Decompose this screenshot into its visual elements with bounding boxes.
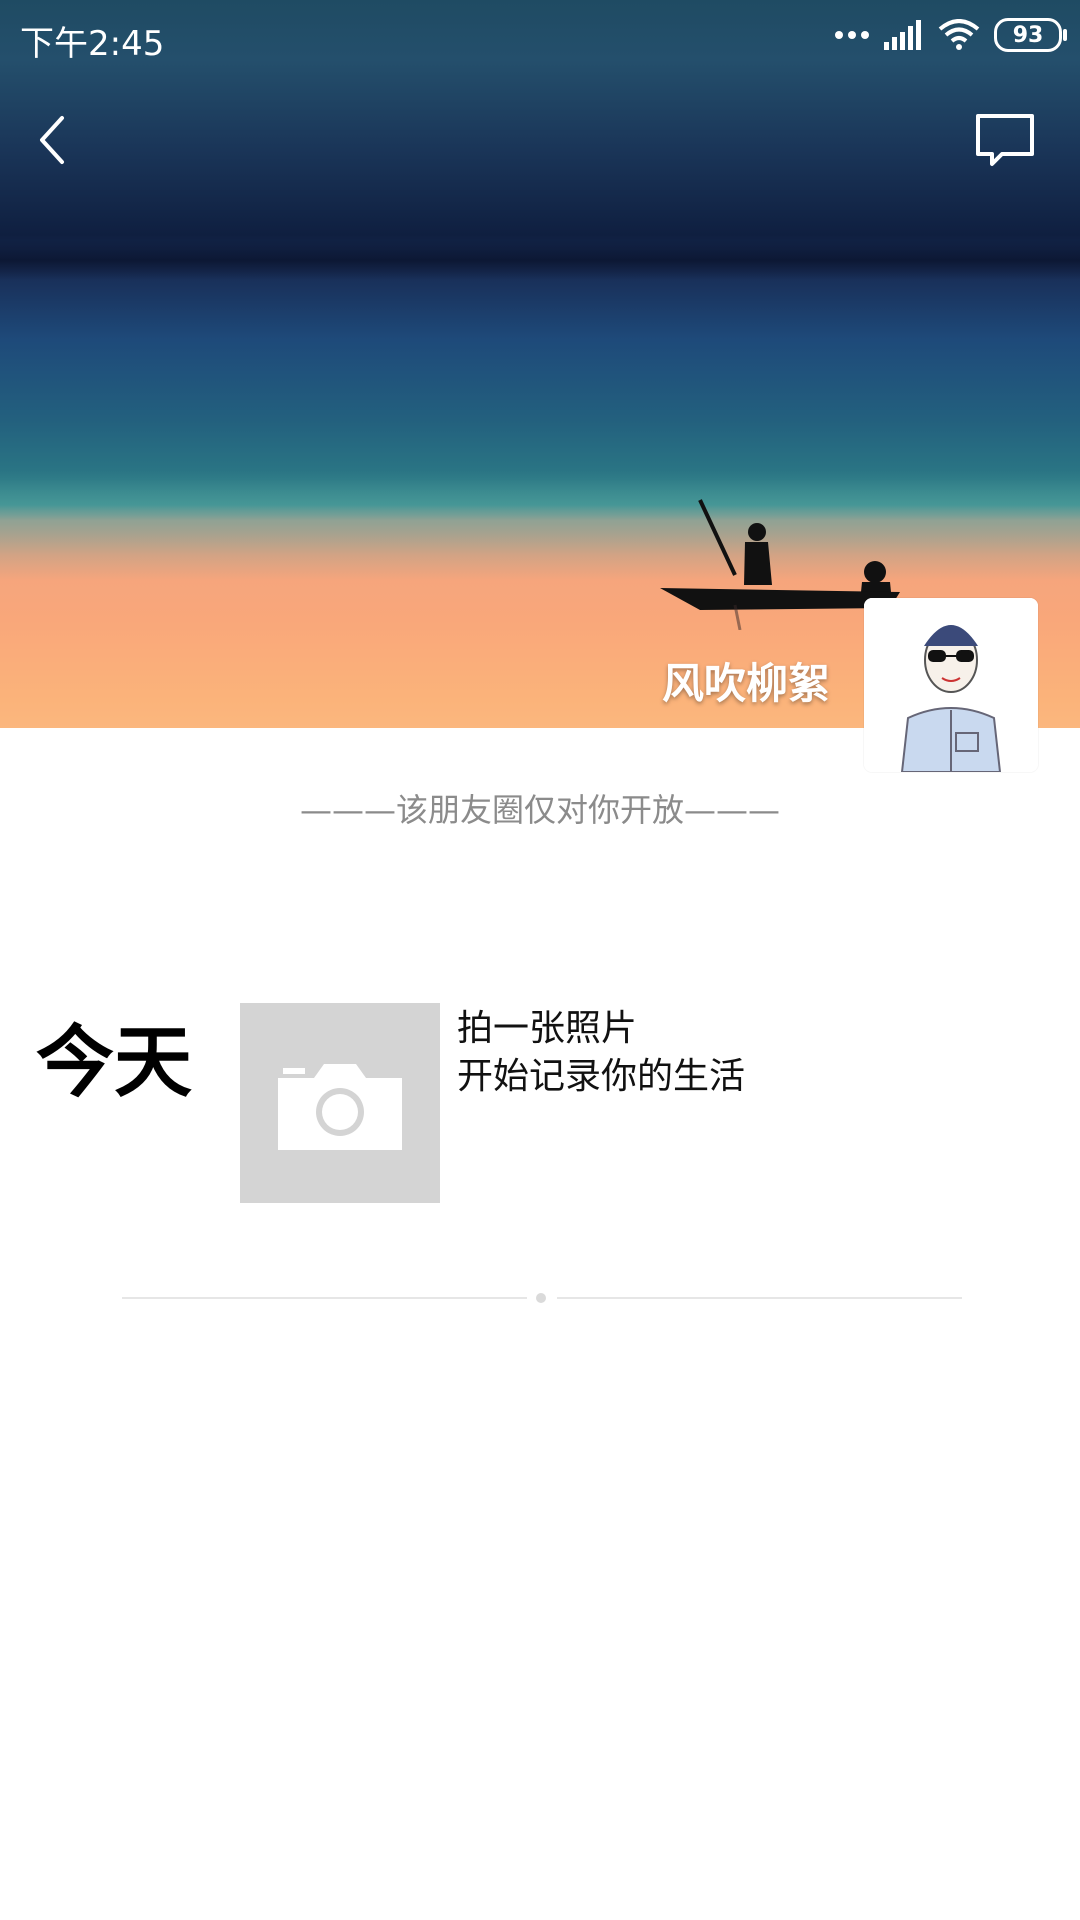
status-icons: 93: [834, 18, 1067, 52]
end-divider: [122, 1293, 962, 1303]
chevron-left-icon: [40, 116, 64, 164]
battery-icon: 93: [994, 18, 1067, 52]
message-icon: [976, 114, 1034, 166]
battery-level: 93: [1012, 22, 1044, 48]
back-button[interactable]: [30, 110, 90, 170]
avatar[interactable]: [864, 598, 1038, 772]
cover-haze: [0, 470, 1080, 580]
take-photo-button[interactable]: [240, 1003, 440, 1203]
cover-ripple: [0, 240, 1080, 280]
profile-username[interactable]: 风吹柳絮: [662, 650, 830, 711]
divider-line-left: [122, 1297, 527, 1299]
signal-icon: [884, 20, 921, 50]
divider-line-right: [557, 1297, 962, 1299]
status-bar: 下午2:45 93: [0, 0, 1080, 75]
visibility-note: ———该朋友圈仅对你开放———: [299, 791, 780, 829]
moments-page: 下午2:45 93 风吹柳絮 ———该朋友圈仅对你开放——— 今天 拍一张照片 …: [0, 0, 1080, 1920]
date-label: 今天: [36, 1018, 193, 1108]
prompt-line-1: 拍一张照片: [457, 1008, 638, 1049]
prompt-line-2: 开始记录你的生活: [457, 1056, 746, 1097]
camera-icon: [278, 1064, 402, 1150]
post-prompt[interactable]: 拍一张照片 开始记录你的生活: [457, 1005, 745, 1101]
wifi-icon: [938, 19, 980, 50]
avatar-illustration: [864, 598, 1038, 772]
top-bar: [0, 100, 1080, 180]
divider-dot: [536, 1293, 546, 1303]
dots-icon: [835, 31, 869, 39]
messages-button[interactable]: [970, 110, 1040, 170]
boat-silhouette: [660, 499, 900, 630]
status-time: 下午2:45: [20, 24, 165, 64]
